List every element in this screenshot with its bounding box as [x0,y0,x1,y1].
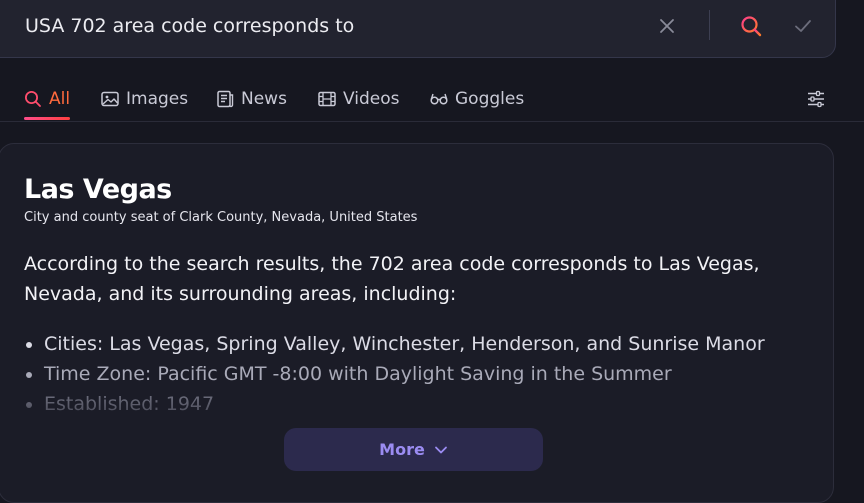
tab-images[interactable]: Images [101,88,188,110]
entity-subtitle: City and county seat of Clark County, Ne… [24,210,418,225]
check-icon[interactable] [791,14,815,38]
search-icon [25,91,41,107]
filter-settings-icon[interactable] [804,88,828,110]
search-tabs: All Images News Videos Goggles [0,80,864,122]
clear-icon[interactable] [655,14,679,38]
search-divider [709,10,710,40]
tab-news[interactable]: News [216,88,287,110]
tab-label: Goggles [455,89,525,109]
tab-label: All [49,89,71,109]
more-button-label: More [379,440,425,459]
answer-text: According to the search results, the 702… [24,253,760,305]
list-item: Time Zone: Pacific GMT -8:00 with Daylig… [24,359,765,389]
tab-label: News [241,89,287,109]
news-icon [217,90,234,108]
search-icon[interactable] [739,14,763,38]
tab-label: Images [126,89,189,109]
search-input[interactable]: USA 702 area code corresponds to [25,14,354,38]
tab-all[interactable]: All [24,88,70,110]
image-icon [101,91,119,107]
entity-title: Las Vegas [24,174,172,205]
active-tab-indicator [24,117,70,120]
film-icon [318,91,336,107]
more-button[interactable]: More [284,428,543,471]
list-item: Cities: Las Vegas, Spring Valley, Winche… [24,329,765,359]
tab-goggles[interactable]: Goggles [430,88,524,110]
tab-label: Videos [343,89,400,109]
tab-videos[interactable]: Videos [318,88,400,110]
chevron-down-icon [434,446,447,453]
goggles-icon [430,93,448,105]
